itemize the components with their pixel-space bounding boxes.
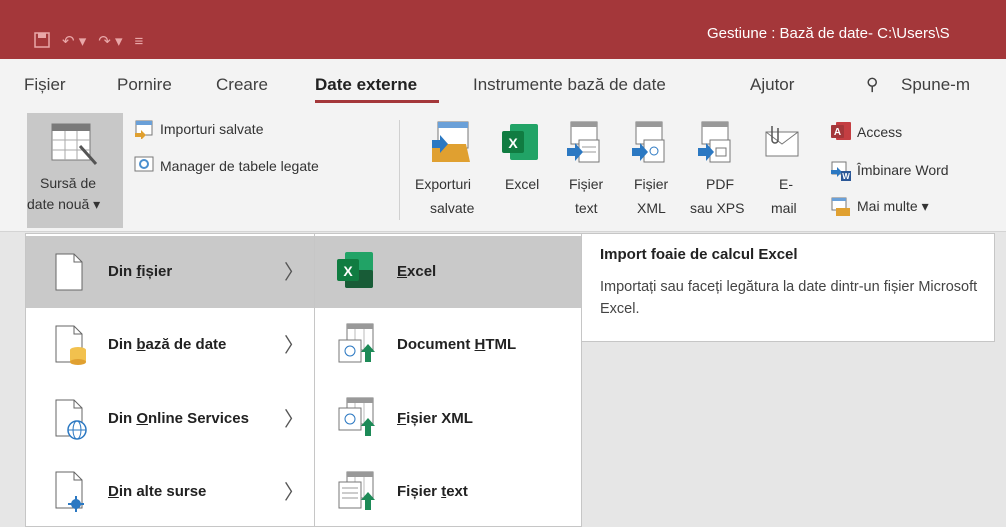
email-export-icon	[762, 122, 802, 167]
sursa-label-2: date nouă ▾	[27, 196, 101, 212]
xml-file-export-label-2[interactable]: XML	[637, 200, 666, 216]
window-title: Gestiune : Bază de date- C:\Users\S	[707, 25, 950, 42]
text-file-export-label-1[interactable]: Fișier	[569, 176, 603, 192]
menu-item-fisier-xml[interactable]: Fișier XML	[315, 384, 581, 456]
excel-export-icon: X	[500, 122, 540, 167]
customize-qat-icon[interactable]: ≡	[135, 34, 144, 49]
excel-export-button[interactable]: Excel	[505, 176, 539, 192]
fisier-xml-label: Fișier XML	[397, 410, 473, 427]
din-baza-label: Din bază de date	[108, 336, 227, 353]
search-icon[interactable]: ⚲	[866, 75, 878, 95]
xml-file-export-icon	[630, 120, 668, 169]
access-export-button[interactable]: Access	[857, 124, 902, 140]
ribbon-tabs: Fișier Pornire Creare Date externe Instr…	[0, 59, 1006, 105]
linked-table-manager-button[interactable]: Manager de tabele legate	[160, 158, 319, 174]
ribbon-group-separator	[399, 120, 400, 220]
din-fisier-label: Din fișier	[108, 263, 173, 280]
chevron-right-icon: 〉	[284, 335, 304, 357]
access-window: ↶ ▾ ↷ ▾ ≡ Gestiune : Bază de date- C:\Us…	[0, 0, 1006, 527]
save-icon[interactable]	[34, 31, 50, 51]
active-tab-indicator	[315, 100, 439, 103]
redo-icon[interactable]: ↷ ▾	[98, 34, 122, 49]
tab-ajutor[interactable]: Ajutor	[750, 75, 794, 95]
din-online-label: Din Online Services	[108, 410, 249, 427]
database-file-icon	[54, 324, 88, 373]
menu-item-fisier-text[interactable]: Fișier text	[315, 456, 581, 527]
new-data-source-menu: Din fișier 〉 Din bază de date 〉 Din Onli…	[25, 233, 315, 527]
saved-exports-icon	[428, 120, 474, 169]
tab-date-externe[interactable]: Date externe	[315, 75, 417, 95]
menu-item-din-fisier[interactable]: Din fișier 〉	[26, 236, 314, 308]
title-bar: ↶ ▾ ↷ ▾ ≡ Gestiune : Bază de date- C:\Us…	[0, 0, 1006, 59]
document-html-label: Document HTML	[397, 336, 517, 353]
access-export-icon: A	[830, 121, 852, 146]
saved-exports-label-2[interactable]: salvate	[430, 200, 474, 216]
text-file-export-icon	[565, 120, 603, 169]
pdf-xps-label-2[interactable]: sau XPS	[690, 200, 744, 216]
svg-text:X: X	[508, 135, 518, 151]
chevron-right-icon: 〉	[284, 262, 304, 284]
word-merge-icon: W	[830, 160, 852, 187]
saved-imports-icon	[133, 119, 155, 144]
tell-me-search[interactable]: Spune-m	[901, 75, 970, 95]
xml-file-export-label-1[interactable]: Fișier	[634, 176, 668, 192]
menu-item-din-online-services[interactable]: Din Online Services 〉	[26, 384, 314, 456]
tab-pornire[interactable]: Pornire	[117, 75, 172, 95]
excel-import-tooltip: Import foaie de calcul Excel Importați s…	[581, 233, 995, 342]
email-export-label-1[interactable]: E-	[779, 176, 793, 192]
tooltip-description: Importați sau faceți legătura la date di…	[600, 279, 978, 317]
text-file-icon	[337, 470, 377, 519]
word-merge-button[interactable]: Îmbinare Word	[857, 162, 949, 178]
tooltip-title: Import foaie de calcul Excel	[600, 246, 798, 263]
chevron-right-icon: 〉	[284, 409, 304, 431]
text-file-export-label-2[interactable]: text	[575, 200, 598, 216]
linked-table-manager-icon	[133, 154, 155, 179]
from-file-submenu: X Excel Document HTML Fișier XML Fișier …	[314, 233, 582, 527]
pdf-xps-export-icon	[696, 120, 734, 169]
xml-file-icon	[337, 396, 377, 445]
menu-item-excel[interactable]: X Excel	[315, 236, 581, 308]
excel-icon: X	[335, 250, 375, 295]
globe-file-icon	[54, 398, 88, 447]
fisier-text-label: Fișier text	[397, 483, 468, 500]
tab-instrumente[interactable]: Instrumente bază de date	[473, 75, 666, 95]
more-export-icon	[830, 196, 852, 223]
svg-text:X: X	[343, 263, 353, 279]
tab-creare[interactable]: Creare	[216, 75, 268, 95]
undo-icon[interactable]: ↶ ▾	[62, 34, 86, 49]
sursa-label-1: Sursă de	[40, 175, 97, 191]
din-alte-surse-label: Din alte surse	[108, 483, 207, 500]
pdf-xps-label-1[interactable]: PDF	[706, 176, 734, 192]
other-source-file-icon	[54, 470, 88, 519]
more-export-button[interactable]: Mai multe ▾	[857, 198, 929, 215]
saved-imports-button[interactable]: Importuri salvate	[160, 121, 263, 137]
svg-text:W: W	[842, 172, 850, 181]
email-export-label-2[interactable]: mail	[771, 200, 797, 216]
excel-label: Excel	[397, 263, 437, 280]
tab-fisier[interactable]: Fișier	[24, 75, 66, 95]
menu-item-din-alte-surse[interactable]: Din alte surse 〉	[26, 456, 314, 527]
file-icon	[54, 252, 84, 297]
menu-item-din-baza-de-date[interactable]: Din bază de date 〉	[26, 310, 314, 382]
saved-exports-label-1[interactable]: Exporturi	[415, 176, 471, 192]
html-document-icon	[337, 322, 377, 371]
svg-text:A: A	[834, 127, 841, 138]
table-new-source-icon	[50, 120, 98, 173]
chevron-right-icon: 〉	[284, 482, 304, 504]
quick-access-toolbar: ↶ ▾ ↷ ▾ ≡	[34, 30, 143, 52]
menu-item-document-html[interactable]: Document HTML	[315, 310, 581, 382]
